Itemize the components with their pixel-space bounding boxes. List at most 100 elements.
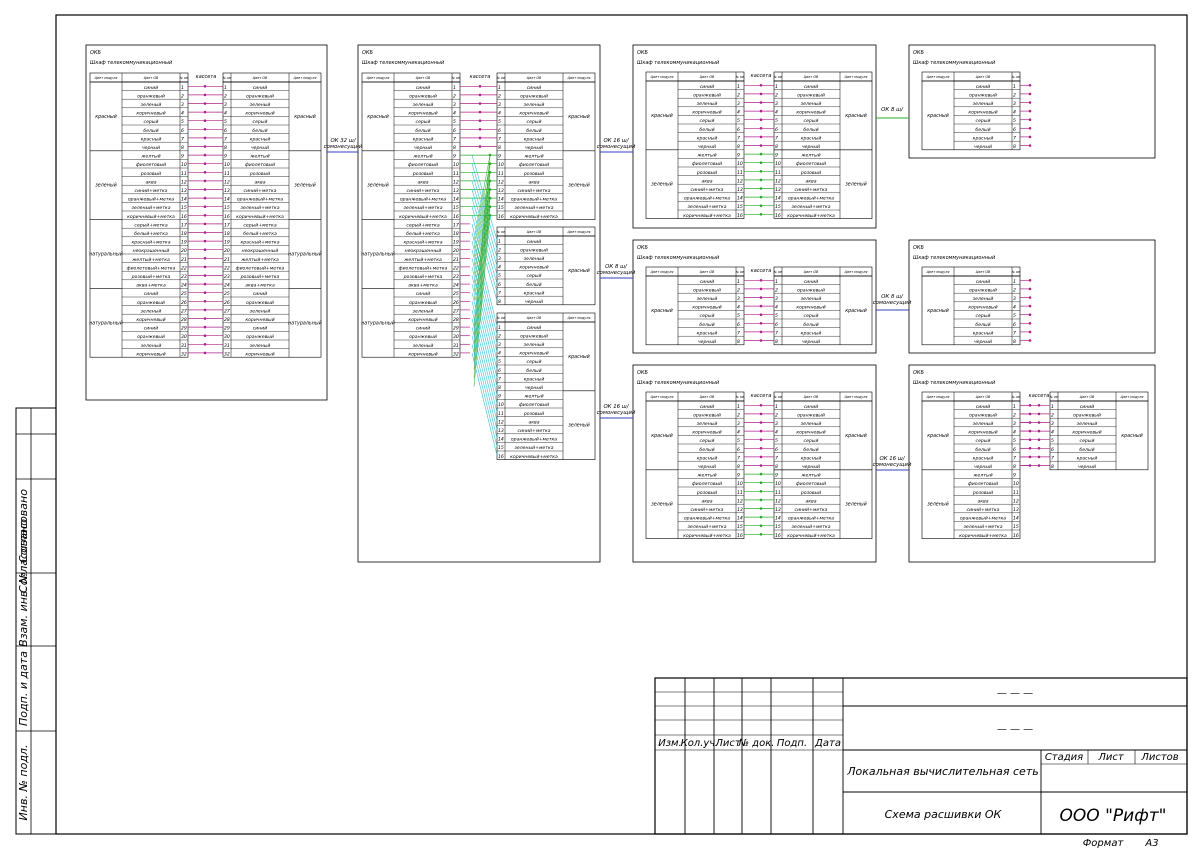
- fiber-color: оранжевый+метка: [400, 197, 446, 203]
- fiber-number: 4: [1051, 430, 1054, 436]
- header-label: Цвет модуля: [367, 76, 390, 80]
- fiber-color: синий+метка: [244, 188, 277, 194]
- fiber-color: зеленый: [973, 101, 994, 107]
- fiber-color: синий: [144, 85, 159, 91]
- cable-label: ОК 8 ш/: [881, 107, 904, 113]
- fiber-color: оранжевый: [246, 93, 274, 99]
- header-label: № ОВ: [496, 230, 506, 234]
- header-label: № ОВ: [1011, 75, 1021, 79]
- splice-dot: [759, 464, 763, 467]
- fiber-color: розовый: [249, 171, 270, 177]
- splice-dot: [203, 291, 207, 295]
- fiber-color: оранжевый+метка: [684, 516, 730, 522]
- side-stamp-label: Инв. № подл.: [17, 745, 30, 821]
- fiber-color: белый: [699, 322, 714, 328]
- fiber-color: коричневый: [408, 111, 437, 117]
- fiber-number: 10: [181, 162, 187, 168]
- cassette-label: кассета: [751, 393, 772, 399]
- splice-dot: [759, 109, 763, 113]
- fiber-color: аква+метка: [136, 283, 166, 289]
- fiber-color: коричневый: [796, 305, 825, 311]
- module-color: зеленый: [367, 183, 389, 189]
- fiber-color: белый: [803, 447, 818, 453]
- module-color: зеленый: [927, 502, 949, 508]
- splice-dot: [759, 204, 763, 207]
- splice-dot: [759, 533, 763, 536]
- splice-dot: [759, 330, 763, 334]
- fiber-color: неокрашенный: [405, 248, 442, 254]
- splice-dot: [759, 322, 763, 325]
- fiber-color: фиолетовый: [245, 162, 275, 168]
- cable-label: сомонесущий: [597, 144, 636, 150]
- fiber-number: 9: [498, 154, 501, 160]
- fiber-color: коричневый+метка: [787, 213, 835, 219]
- fiber-color: аква: [145, 180, 156, 185]
- fiber-number: 9: [453, 154, 456, 160]
- fiber-color: оранжевый: [246, 334, 274, 340]
- fiber-color: желтый: [412, 154, 432, 160]
- fiber-number: 8: [737, 144, 740, 150]
- module-color: зеленый: [651, 502, 673, 508]
- fiber-number: 4: [775, 110, 778, 116]
- fiber-color: желтый+метка: [403, 257, 442, 263]
- fiber-color: оранжевый: [137, 93, 165, 99]
- fiber-cable: ОК 8 ш/сомонесущий: [597, 264, 636, 279]
- fiber-number: 3: [737, 421, 740, 427]
- fiber-color: оранжевый+метка: [128, 197, 174, 203]
- fiber-number: 27: [453, 308, 459, 314]
- fiber-color: серый: [527, 273, 542, 279]
- splice-dot: [759, 515, 763, 519]
- fiber-number: 3: [775, 421, 778, 427]
- cabinet-h: ОКБ Шкаф телекоммуникационный Цвет модуля Ц…: [908, 364, 1156, 563]
- fiber-number: 8: [224, 145, 227, 151]
- fiber-color: красный: [524, 136, 545, 142]
- splice-dot: [203, 128, 207, 131]
- fiber-number: 6: [737, 127, 740, 133]
- fiber-color: белый: [699, 127, 714, 133]
- fiber-number: 30: [453, 334, 459, 340]
- cable-label: сомонесущий: [324, 144, 363, 150]
- splice-dot: [759, 213, 763, 216]
- fiber-color: зеленый+метка: [240, 205, 279, 211]
- format-value: А3: [1144, 838, 1158, 849]
- fiber-number: 15: [453, 205, 459, 211]
- header-label: Цвет ОВ: [976, 270, 991, 274]
- module-color: красный: [651, 308, 673, 314]
- splice-dot: [759, 127, 763, 130]
- fiber-number: 8: [498, 299, 501, 305]
- fiber-number: 4: [1013, 430, 1016, 436]
- fiber-color: коричневый+метка: [787, 533, 835, 539]
- fiber-color: белый: [803, 127, 818, 133]
- fiber-number: 1: [1013, 279, 1016, 285]
- fiber-color: черный: [802, 339, 820, 345]
- fiber-number: 7: [498, 290, 501, 296]
- splice-dot: [203, 325, 207, 329]
- splice-dot: [759, 101, 763, 104]
- module-color: красный: [367, 114, 389, 120]
- header-label: Цвет модуля: [845, 395, 868, 399]
- fiber-color: оранжевый+метка: [511, 437, 557, 443]
- title-block-column: Дата: [814, 738, 841, 749]
- fiber-color: зеленый: [141, 308, 162, 314]
- module-color: зеленый: [568, 183, 590, 189]
- fiber-color: желтый: [249, 154, 269, 160]
- fiber-number: 19: [453, 240, 459, 246]
- fiber-color: белый: [975, 127, 990, 133]
- fiber-number: 28: [453, 317, 459, 323]
- fiber-number: 7: [224, 136, 227, 142]
- splice-dot: [759, 481, 763, 485]
- splice-dot: [203, 145, 207, 148]
- fiber-color: синий+метка: [795, 507, 828, 513]
- fiber-color: оранжевый: [693, 287, 721, 293]
- fiber-number: 29: [181, 326, 187, 332]
- cable-label: сомонесущий: [597, 410, 636, 416]
- fiber-number: 9: [737, 153, 740, 159]
- fiber-number: 7: [1013, 135, 1016, 141]
- splice-dot: [203, 102, 207, 105]
- fiber-number: 16: [498, 214, 504, 220]
- fiber-color: серый: [976, 313, 991, 319]
- fiber-color: синий: [144, 326, 159, 332]
- splice-dot: [203, 162, 207, 165]
- splice-dot: [203, 171, 207, 174]
- fiber-color: оранжевый: [797, 92, 825, 98]
